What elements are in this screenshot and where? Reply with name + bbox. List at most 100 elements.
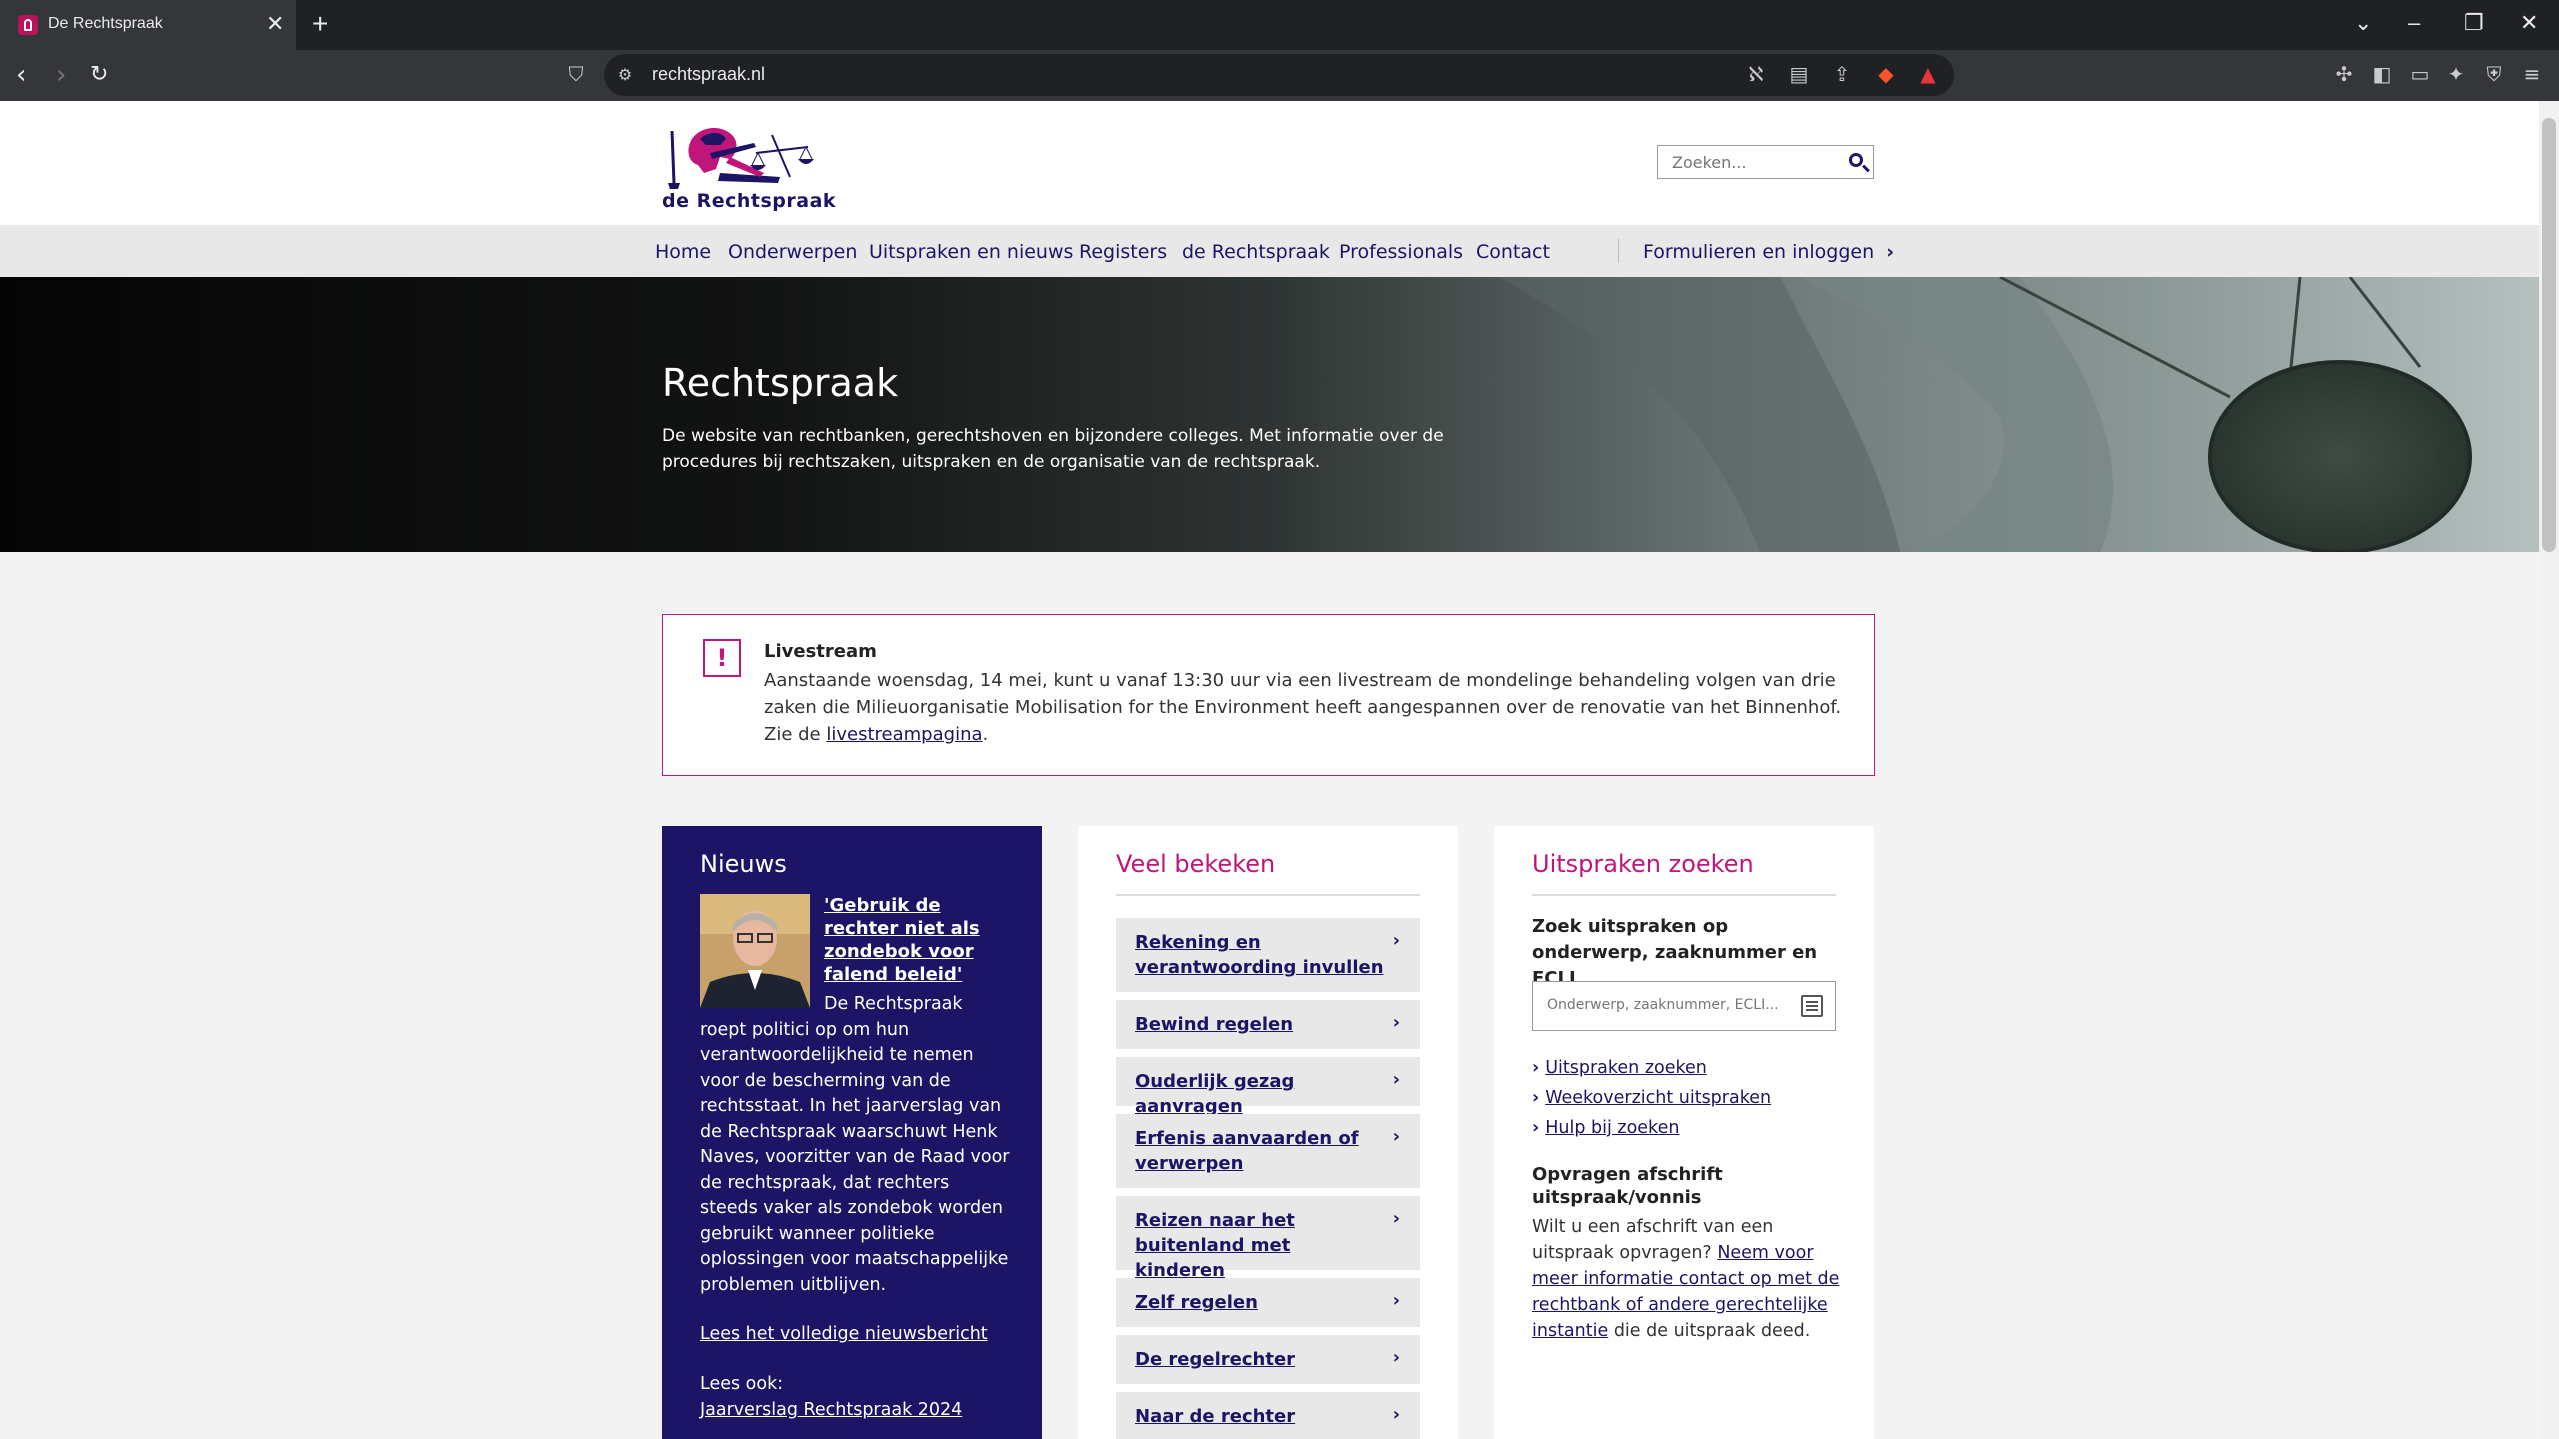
veel-item-label: Erfenis aanvaarden of verwerpen <box>1135 1128 1359 1174</box>
bookmark-icon[interactable]: ⛉ <box>564 62 588 86</box>
chevron-right-icon: › <box>1392 1404 1400 1425</box>
nav-contact[interactable]: Contact <box>1476 241 1550 263</box>
window-close-icon[interactable]: ✕ <box>2520 10 2538 36</box>
hulp-link[interactable]: › Hulp bij zoeken <box>1532 1118 1679 1138</box>
chevron-right-icon: › <box>1392 1347 1400 1368</box>
nav-home[interactable]: Home <box>655 241 711 263</box>
news-body-text: De Rechtspraak roept politici op om hun … <box>700 994 1010 1295</box>
opvragen-end: die de uitspraak deed. <box>1613 1321 1811 1341</box>
extensions-icon[interactable]: ✣ <box>2332 62 2356 86</box>
alert-end: . <box>982 724 989 745</box>
logo-text[interactable]: de Rechtspraak <box>662 190 836 212</box>
news-title: Nieuws <box>700 850 787 878</box>
veel-item[interactable]: Naar de rechter › <box>1116 1392 1420 1439</box>
browser-tab[interactable]: De Rechtspraak ✕ <box>0 0 296 50</box>
divider <box>1532 894 1836 896</box>
browser-tab-bar <box>0 0 2559 50</box>
chevron-right-icon: › <box>1392 930 1400 951</box>
search-icon[interactable] <box>1849 153 1863 167</box>
veel-bekeken-card: Veel bekeken Rekening en verantwoording … <box>1078 826 1458 1439</box>
hero-title: Rechtspraak <box>662 361 899 405</box>
nav-onderwerpen[interactable]: Onderwerpen <box>728 241 857 263</box>
nav-formulieren-en-inloggen[interactable]: Formulieren en inloggen › <box>1643 241 1894 263</box>
chevron-right-icon: › <box>1392 1208 1400 1229</box>
nav-registers[interactable]: Registers <box>1079 241 1167 263</box>
divider <box>1116 894 1420 896</box>
exclamation-icon: ! <box>703 639 741 677</box>
news-read-more-link[interactable]: Lees het volledige nieuwsbericht <box>700 1324 988 1344</box>
news-also-link[interactable]: Jaarverslag Rechtspraak 2024 <box>700 1400 962 1420</box>
brave-shields-icon[interactable]: ◆ <box>1874 62 1898 86</box>
leo-ai-icon[interactable]: ✦ <box>2444 62 2468 86</box>
veel-item-label: Naar de rechter <box>1135 1406 1296 1427</box>
livestream-alert: ! Livestream Aanstaande woensdag, 14 mei… <box>662 614 1875 776</box>
nav-professionals[interactable]: Professionals <box>1339 241 1463 263</box>
hero-banner: Rechtspraak De website van rechtbanken, … <box>0 277 2539 552</box>
alert-title: Livestream <box>764 641 877 662</box>
sidebar-icon[interactable]: ◧ <box>2370 62 2394 86</box>
veel-item[interactable]: Rekening en verantwoording invullen › <box>1116 918 1420 992</box>
livestream-link[interactable]: livestreampagina <box>826 724 982 745</box>
alert-body: Aanstaande woensdag, 14 mei, kunt u vana… <box>764 667 1844 748</box>
reader-mode-icon[interactable]: ▤ <box>1787 62 1811 86</box>
veel-item[interactable]: Bewind regelen › <box>1116 1000 1420 1049</box>
forward-icon[interactable]: › <box>56 60 66 90</box>
nav-login-label: Formulieren en inloggen <box>1643 241 1875 263</box>
menu-icon[interactable]: ≡ <box>2520 62 2544 86</box>
veel-item-label: De regelrechter <box>1135 1349 1296 1370</box>
veel-item-label: Bewind regelen <box>1135 1014 1294 1035</box>
wallet-icon[interactable]: ▭ <box>2408 62 2432 86</box>
nav-de-rechtspraak[interactable]: de Rechtspraak <box>1182 241 1330 263</box>
uitspraken-link-label: Uitspraken zoeken <box>1545 1058 1707 1078</box>
uitspraken-title: Uitspraken zoeken <box>1532 850 1754 878</box>
reload-icon[interactable]: ↻ <box>90 62 108 87</box>
hero-background-image <box>0 277 2539 552</box>
chevron-right-icon: › <box>1392 1126 1400 1147</box>
chevron-right-icon: › <box>1392 1012 1400 1033</box>
uitspraken-zoeken-card: Uitspraken zoeken Zoek uitspraken op ond… <box>1494 826 1874 1439</box>
scrollbar-thumb[interactable] <box>2542 118 2556 552</box>
hulp-link-label: Hulp bij zoeken <box>1545 1118 1680 1138</box>
share-icon[interactable]: ⇪ <box>1830 62 1854 86</box>
uitspraken-search-field[interactable] <box>1532 981 1836 1031</box>
back-icon[interactable]: ‹ <box>16 60 26 90</box>
veel-item[interactable]: Erfenis aanvaarden of verwerpen › <box>1116 1114 1420 1188</box>
uitspraken-search-input[interactable] <box>1545 996 1789 1014</box>
veel-item-label: Zelf regelen <box>1135 1292 1258 1313</box>
veel-item[interactable]: Zelf regelen › <box>1116 1278 1420 1327</box>
restore-icon[interactable]: ❐ <box>2464 10 2484 36</box>
news-body: De Rechtspraak roept politici op om hun … <box>700 992 1010 1298</box>
site-search-input[interactable] <box>1670 152 1844 173</box>
nav-uitspraken-en-nieuws[interactable]: Uitspraken en nieuws <box>869 241 1073 263</box>
news-headline-link[interactable]: 'Gebruik de rechter niet als zondebok vo… <box>824 894 1009 986</box>
tab-close-icon[interactable]: ✕ <box>266 11 284 37</box>
site-search[interactable] <box>1657 145 1874 179</box>
url-text[interactable]: rechtspraak.nl <box>652 64 765 85</box>
nav-divider <box>1618 239 1619 263</box>
page-viewport: de Rechtspraak Home Onderwerpen Uitsprak… <box>0 101 2539 1439</box>
uitspraken-link[interactable]: › Uitspraken zoeken <box>1532 1058 1707 1078</box>
news-also-label: Lees ook: <box>700 1374 784 1394</box>
tab-list-icon[interactable]: ⌄ <box>2354 10 2372 36</box>
weekoverzicht-link-label: Weekoverzicht uitspraken <box>1545 1088 1772 1108</box>
brave-rewards-icon[interactable]: ▲ <box>1916 62 1940 86</box>
weekoverzicht-link[interactable]: › Weekoverzicht uitspraken <box>1532 1088 1771 1108</box>
site-settings-icon[interactable]: ⚙ <box>613 63 637 87</box>
chevron-right-icon: › <box>1392 1069 1400 1090</box>
tab-title: De Rechtspraak <box>48 15 163 32</box>
keyboard-icon[interactable] <box>1801 995 1823 1017</box>
veel-item[interactable]: De regelrechter › <box>1116 1335 1420 1384</box>
hero-text: De website van rechtbanken, gerechtshove… <box>662 426 1444 472</box>
new-tab-button[interactable]: + <box>312 8 328 40</box>
veel-item[interactable]: Reizen naar het buitenland met kinderen … <box>1116 1196 1420 1281</box>
site-favicon-icon <box>18 15 38 35</box>
opvragen-body: Wilt u een afschrift van een uitspraak o… <box>1532 1214 1842 1344</box>
chevron-right-icon: › <box>1532 1088 1540 1108</box>
news-photo[interactable] <box>700 894 810 1008</box>
news-card: Nieuws 'Gebruik de rechter niet als zond… <box>662 826 1042 1439</box>
minimize-icon[interactable]: – <box>2408 10 2420 36</box>
veel-item-label: Reizen naar het buitenland met kinderen <box>1135 1210 1295 1281</box>
vpn-icon[interactable]: ⛨ <box>2482 62 2506 86</box>
veel-item[interactable]: Ouderlijk gezag aanvragen › <box>1116 1057 1420 1117</box>
translate-icon[interactable]: ℵ <box>1744 62 1768 86</box>
